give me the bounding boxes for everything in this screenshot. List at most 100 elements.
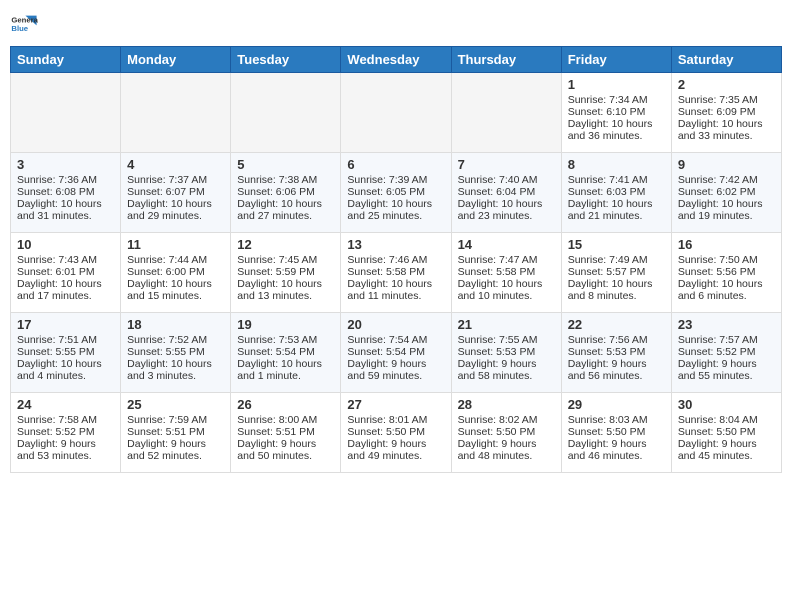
day-info: Sunset: 5:50 PM — [347, 426, 444, 438]
day-info: Sunrise: 7:46 AM — [347, 254, 444, 266]
day-info: Sunset: 5:57 PM — [568, 266, 665, 278]
day-info: Sunset: 5:50 PM — [678, 426, 775, 438]
day-info: Sunrise: 8:03 AM — [568, 414, 665, 426]
calendar-cell: 23Sunrise: 7:57 AMSunset: 5:52 PMDayligh… — [671, 313, 781, 393]
day-number: 28 — [458, 397, 555, 412]
logo-icon: General Blue — [10, 10, 38, 38]
day-info: Sunset: 5:55 PM — [127, 346, 224, 358]
day-info: Sunrise: 7:38 AM — [237, 174, 334, 186]
day-info: Daylight: 9 hours and 58 minutes. — [458, 358, 555, 382]
day-number: 29 — [568, 397, 665, 412]
column-header-tuesday: Tuesday — [231, 47, 341, 73]
svg-text:Blue: Blue — [11, 24, 28, 33]
day-info: Daylight: 10 hours and 6 minutes. — [678, 278, 775, 302]
day-info: Sunrise: 7:47 AM — [458, 254, 555, 266]
day-info: Sunrise: 7:42 AM — [678, 174, 775, 186]
day-info: Sunrise: 7:45 AM — [237, 254, 334, 266]
day-info: Daylight: 10 hours and 4 minutes. — [17, 358, 114, 382]
day-info: Daylight: 10 hours and 23 minutes. — [458, 198, 555, 222]
calendar-cell: 7Sunrise: 7:40 AMSunset: 6:04 PMDaylight… — [451, 153, 561, 233]
day-number: 10 — [17, 237, 114, 252]
day-info: Sunset: 5:53 PM — [458, 346, 555, 358]
day-number: 25 — [127, 397, 224, 412]
calendar-cell: 9Sunrise: 7:42 AMSunset: 6:02 PMDaylight… — [671, 153, 781, 233]
day-info: Sunrise: 7:52 AM — [127, 334, 224, 346]
day-number: 14 — [458, 237, 555, 252]
column-header-wednesday: Wednesday — [341, 47, 451, 73]
day-info: Sunset: 6:06 PM — [237, 186, 334, 198]
day-info: Daylight: 9 hours and 48 minutes. — [458, 438, 555, 462]
day-info: Sunset: 5:59 PM — [237, 266, 334, 278]
calendar-cell — [11, 73, 121, 153]
calendar-cell: 27Sunrise: 8:01 AMSunset: 5:50 PMDayligh… — [341, 393, 451, 473]
day-info: Sunset: 5:50 PM — [458, 426, 555, 438]
day-info: Daylight: 10 hours and 19 minutes. — [678, 198, 775, 222]
day-info: Daylight: 10 hours and 31 minutes. — [17, 198, 114, 222]
calendar-cell — [231, 73, 341, 153]
day-number: 4 — [127, 157, 224, 172]
calendar-cell: 24Sunrise: 7:58 AMSunset: 5:52 PMDayligh… — [11, 393, 121, 473]
day-info: Sunrise: 8:04 AM — [678, 414, 775, 426]
calendar-cell: 21Sunrise: 7:55 AMSunset: 5:53 PMDayligh… — [451, 313, 561, 393]
day-number: 2 — [678, 77, 775, 92]
day-info: Sunrise: 7:55 AM — [458, 334, 555, 346]
column-header-friday: Friday — [561, 47, 671, 73]
day-info: Sunset: 5:51 PM — [127, 426, 224, 438]
day-info: Sunset: 6:10 PM — [568, 106, 665, 118]
day-info: Daylight: 10 hours and 11 minutes. — [347, 278, 444, 302]
calendar-cell: 11Sunrise: 7:44 AMSunset: 6:00 PMDayligh… — [121, 233, 231, 313]
calendar-cell: 17Sunrise: 7:51 AMSunset: 5:55 PMDayligh… — [11, 313, 121, 393]
day-info: Daylight: 10 hours and 27 minutes. — [237, 198, 334, 222]
day-number: 23 — [678, 317, 775, 332]
calendar-cell — [341, 73, 451, 153]
calendar-cell: 13Sunrise: 7:46 AMSunset: 5:58 PMDayligh… — [341, 233, 451, 313]
day-number: 11 — [127, 237, 224, 252]
calendar-table: SundayMondayTuesdayWednesdayThursdayFrid… — [10, 46, 782, 473]
calendar-cell — [121, 73, 231, 153]
day-info: Sunrise: 7:34 AM — [568, 94, 665, 106]
day-info: Daylight: 9 hours and 46 minutes. — [568, 438, 665, 462]
calendar-week-1: 1 Sunrise: 7:34 AMSunset: 6:10 PM Daylight… — [11, 73, 782, 153]
day-info: Sunset: 6:07 PM — [127, 186, 224, 198]
calendar-cell — [451, 73, 561, 153]
calendar-cell: 14Sunrise: 7:47 AMSunset: 5:58 PMDayligh… — [451, 233, 561, 313]
calendar-cell: 19Sunrise: 7:53 AMSunset: 5:54 PMDayligh… — [231, 313, 341, 393]
day-info: Sunset: 6:09 PM — [678, 106, 775, 118]
calendar-week-5: 24Sunrise: 7:58 AMSunset: 5:52 PMDayligh… — [11, 393, 782, 473]
calendar-body: 1 Sunrise: 7:34 AMSunset: 6:10 PM Daylight… — [11, 73, 782, 473]
day-info: Sunrise: 7:56 AM — [568, 334, 665, 346]
day-info: Daylight: 10 hours and 8 minutes. — [568, 278, 665, 302]
calendar-cell: 8Sunrise: 7:41 AMSunset: 6:03 PMDaylight… — [561, 153, 671, 233]
calendar-cell: 22Sunrise: 7:56 AMSunset: 5:53 PMDayligh… — [561, 313, 671, 393]
calendar-cell: 2Sunrise: 7:35 AMSunset: 6:09 PMDaylight… — [671, 73, 781, 153]
day-info: Sunset: 6:05 PM — [347, 186, 444, 198]
day-info: Daylight: 10 hours and 1 minute. — [237, 358, 334, 382]
calendar-cell: 30Sunrise: 8:04 AMSunset: 5:50 PMDayligh… — [671, 393, 781, 473]
calendar-cell: 28Sunrise: 8:02 AMSunset: 5:50 PMDayligh… — [451, 393, 561, 473]
day-number: 1 — [568, 77, 665, 92]
day-info: Sunset: 5:53 PM — [568, 346, 665, 358]
column-header-monday: Monday — [121, 47, 231, 73]
calendar-cell: 4Sunrise: 7:37 AMSunset: 6:07 PMDaylight… — [121, 153, 231, 233]
logo: General Blue — [10, 10, 38, 38]
column-header-thursday: Thursday — [451, 47, 561, 73]
day-number: 22 — [568, 317, 665, 332]
day-number: 16 — [678, 237, 775, 252]
day-info: Sunrise: 7:57 AM — [678, 334, 775, 346]
day-info: Daylight: 10 hours and 21 minutes. — [568, 198, 665, 222]
page-header: General Blue — [10, 10, 782, 38]
day-info: Sunrise: 7:58 AM — [17, 414, 114, 426]
day-info: Daylight: 9 hours and 59 minutes. — [347, 358, 444, 382]
day-info: Sunset: 5:58 PM — [347, 266, 444, 278]
day-number: 7 — [458, 157, 555, 172]
calendar-cell: 16Sunrise: 7:50 AMSunset: 5:56 PMDayligh… — [671, 233, 781, 313]
day-info: Daylight: 10 hours and 33 minutes. — [678, 118, 775, 142]
day-info: Daylight: 10 hours and 13 minutes. — [237, 278, 334, 302]
calendar-cell: 6Sunrise: 7:39 AMSunset: 6:05 PMDaylight… — [341, 153, 451, 233]
day-info: Sunset: 5:58 PM — [458, 266, 555, 278]
day-info: Sunrise: 7:49 AM — [568, 254, 665, 266]
calendar-cell: 3Sunrise: 7:36 AMSunset: 6:08 PMDaylight… — [11, 153, 121, 233]
day-info: Sunrise: 7:37 AM — [127, 174, 224, 186]
day-info: Sunrise: 7:53 AM — [237, 334, 334, 346]
day-info: Sunrise: 7:43 AM — [17, 254, 114, 266]
